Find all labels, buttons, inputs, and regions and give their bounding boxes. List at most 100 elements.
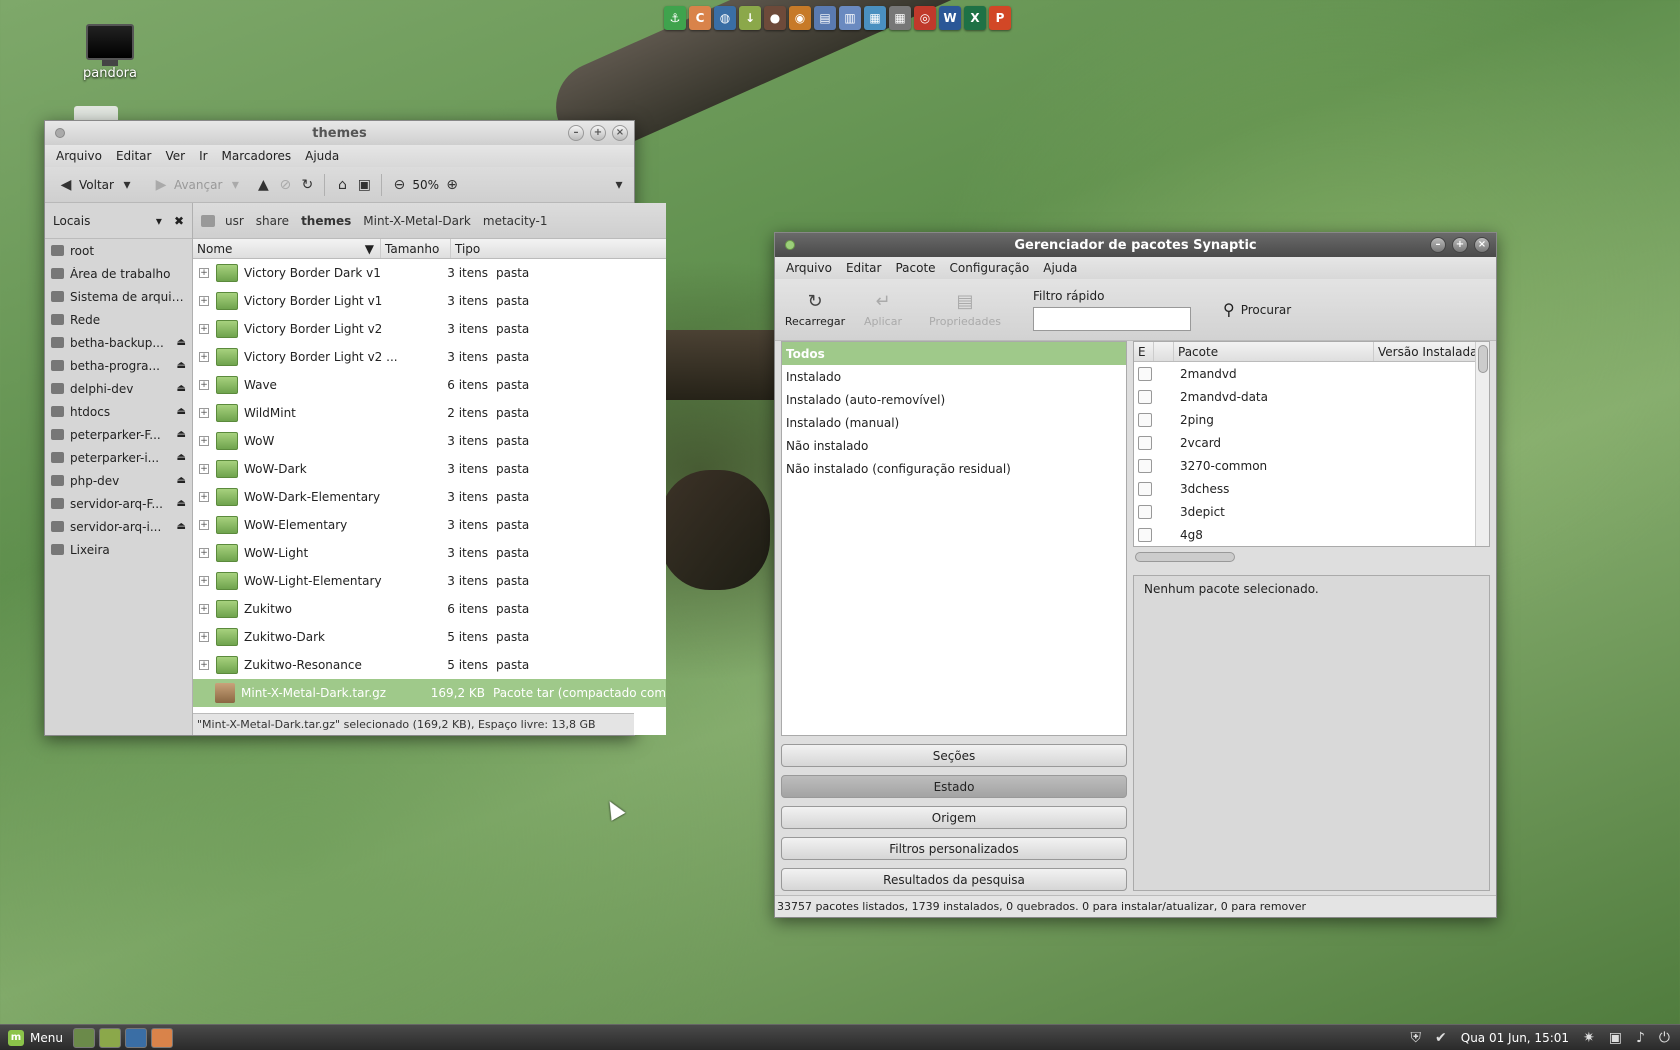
window-menu-icon[interactable] bbox=[55, 128, 65, 138]
package-checkbox[interactable] bbox=[1138, 412, 1152, 427]
column-status[interactable]: E bbox=[1134, 342, 1154, 361]
apply-button[interactable]: ↵ Aplicar bbox=[851, 291, 915, 328]
file-row[interactable]: + Victory Border Light v2 3 itens pasta bbox=[193, 315, 666, 343]
lifebuoy-icon[interactable]: ◎ bbox=[914, 6, 936, 30]
shield-icon[interactable]: ⛨ bbox=[1411, 1030, 1422, 1046]
reload-button[interactable]: ↻ Recarregar bbox=[783, 291, 847, 328]
close-icon[interactable]: ✖ bbox=[174, 214, 184, 228]
monitor-icon[interactable]: ▦ bbox=[864, 6, 886, 30]
column-type[interactable]: Tipo bbox=[451, 239, 666, 258]
expand-icon[interactable]: + bbox=[199, 436, 209, 446]
file-row[interactable]: + WoW-Dark-Elementary 3 itens pasta bbox=[193, 483, 666, 511]
column-installed-version[interactable]: Versão Instalada bbox=[1374, 342, 1489, 361]
menu-marcadores[interactable]: Marcadores bbox=[215, 149, 299, 163]
file-row[interactable]: + Victory Border Light v1 3 itens pasta bbox=[193, 287, 666, 315]
breadcrumb-item[interactable]: metacity-1 bbox=[477, 214, 554, 228]
computer-icon[interactable]: ▣ bbox=[355, 177, 373, 193]
sidebar-item[interactable]: servidor-arq-F... ⏏ bbox=[45, 492, 192, 515]
vertical-scrollbar[interactable] bbox=[1475, 342, 1489, 546]
menu-editar[interactable]: Editar bbox=[839, 261, 889, 275]
filter-button[interactable]: Resultados da pesquisa bbox=[781, 868, 1127, 891]
sidebar-item[interactable]: peterparker-i... ⏏ bbox=[45, 446, 192, 469]
column-support[interactable] bbox=[1154, 342, 1174, 361]
category-item[interactable]: Instalado bbox=[782, 365, 1126, 388]
menu-arquivo[interactable]: Arquivo bbox=[779, 261, 839, 275]
expand-icon[interactable]: + bbox=[199, 464, 209, 474]
update-icon[interactable]: ✔ bbox=[1435, 1030, 1447, 1046]
expand-icon[interactable]: + bbox=[199, 324, 209, 334]
package-row[interactable]: 2mandvd bbox=[1134, 362, 1489, 385]
expand-icon[interactable]: + bbox=[199, 604, 209, 614]
package-row[interactable]: 2mandvd-data bbox=[1134, 385, 1489, 408]
chevron-down-icon[interactable]: ▾ bbox=[156, 214, 162, 228]
expand-icon[interactable]: + bbox=[199, 520, 209, 530]
drive-icon[interactable] bbox=[201, 214, 215, 227]
package-row[interactable]: 3dchess bbox=[1134, 477, 1489, 500]
package-checkbox[interactable] bbox=[1138, 527, 1152, 542]
expand-icon[interactable]: + bbox=[199, 352, 209, 362]
folder-icon[interactable] bbox=[74, 106, 118, 120]
close-icon[interactable]: × bbox=[1474, 237, 1490, 253]
expand-icon[interactable]: + bbox=[199, 296, 209, 306]
expand-icon[interactable]: + bbox=[199, 548, 209, 558]
breadcrumb-item[interactable]: share bbox=[250, 214, 295, 228]
eject-icon[interactable]: ⏏ bbox=[177, 429, 186, 440]
task-app-icon[interactable] bbox=[150, 1027, 173, 1048]
category-item[interactable]: Instalado (auto-removível) bbox=[782, 388, 1126, 411]
back-button[interactable]: ◀ Voltar ▾ bbox=[51, 175, 142, 195]
install-icon[interactable]: ↓ bbox=[739, 6, 761, 30]
menu-arquivo[interactable]: Arquivo bbox=[49, 149, 109, 163]
eye-icon[interactable]: ◉ bbox=[789, 6, 811, 30]
maximize-icon[interactable]: + bbox=[590, 125, 606, 141]
file-row[interactable]: + WoW-Elementary 3 itens pasta bbox=[193, 511, 666, 539]
properties-button[interactable]: ▤ Propriedades bbox=[919, 291, 1011, 328]
eject-icon[interactable]: ⏏ bbox=[177, 360, 186, 371]
expand-icon[interactable]: + bbox=[199, 380, 209, 390]
sidebar-item[interactable]: php-dev ⏏ bbox=[45, 469, 192, 492]
sidebar-item[interactable]: servidor-arq-i... ⏏ bbox=[45, 515, 192, 538]
network-icon[interactable]: ✷ bbox=[1583, 1030, 1595, 1046]
chart-icon[interactable]: ▥ bbox=[839, 6, 861, 30]
sidebar-item[interactable]: Lixeira bbox=[45, 538, 192, 561]
package-row[interactable]: 2vcard bbox=[1134, 431, 1489, 454]
package-row[interactable]: 2ping bbox=[1134, 408, 1489, 431]
calc-icon[interactable]: ▦ bbox=[889, 6, 911, 30]
file-row-selected[interactable]: Mint-X-Metal-Dark.tar.gz 169,2 KB Pacote t… bbox=[193, 679, 667, 707]
titlebar[interactable]: themes – + × bbox=[45, 121, 634, 145]
sidebar-item[interactable]: Rede bbox=[45, 308, 192, 331]
menu-ajuda[interactable]: Ajuda bbox=[298, 149, 346, 163]
excel-icon[interactable]: X bbox=[964, 6, 986, 30]
category-item[interactable]: Todos bbox=[782, 342, 1126, 365]
menu-button[interactable]: m Menu bbox=[0, 1029, 71, 1046]
breadcrumb-item[interactable]: usr bbox=[219, 214, 250, 228]
expand-icon[interactable]: + bbox=[199, 408, 209, 418]
sidebar-item[interactable]: betha-progra... ⏏ bbox=[45, 354, 192, 377]
column-name[interactable]: Nome ▼ bbox=[193, 239, 381, 258]
chevron-down-icon[interactable]: ▾ bbox=[226, 177, 244, 193]
file-row[interactable]: + WoW-Light 3 itens pasta bbox=[193, 539, 666, 567]
file-row[interactable]: + Zukitwo-Resonance 5 itens pasta bbox=[193, 651, 666, 679]
maximize-icon[interactable]: + bbox=[1452, 237, 1468, 253]
globe-icon[interactable]: ◍ bbox=[714, 6, 736, 30]
package-checkbox[interactable] bbox=[1138, 389, 1152, 404]
file-row[interactable]: + Zukitwo 6 itens pasta bbox=[193, 595, 666, 623]
eject-icon[interactable]: ⏏ bbox=[177, 498, 186, 509]
eject-icon[interactable]: ⏏ bbox=[177, 337, 186, 348]
file-row[interactable]: + WoW-Light-Elementary 3 itens pasta bbox=[193, 567, 666, 595]
expand-icon[interactable]: + bbox=[199, 576, 209, 586]
titlebar[interactable]: Gerenciador de pacotes Synaptic – + × bbox=[775, 233, 1496, 257]
home-icon[interactable]: ⌂ bbox=[333, 177, 351, 193]
close-icon[interactable]: × bbox=[612, 125, 628, 141]
clock[interactable]: Qua 01 Jun, 15:01 bbox=[1461, 1031, 1569, 1045]
package-checkbox[interactable] bbox=[1138, 458, 1152, 473]
filter-button[interactable]: Seções bbox=[781, 744, 1127, 767]
minimize-icon[interactable]: – bbox=[1430, 237, 1446, 253]
breadcrumb-item[interactable]: themes bbox=[295, 214, 357, 228]
package-row[interactable]: 4g8 bbox=[1134, 523, 1489, 546]
menu-pacote[interactable]: Pacote bbox=[888, 261, 942, 275]
filter-button[interactable]: Origem bbox=[781, 806, 1127, 829]
zoom-out-icon[interactable]: ⊖ bbox=[390, 177, 408, 193]
package-row[interactable]: 3270-common bbox=[1134, 454, 1489, 477]
forward-button[interactable]: ▶ Avançar ▾ bbox=[146, 175, 250, 195]
minimize-icon[interactable]: – bbox=[568, 125, 584, 141]
